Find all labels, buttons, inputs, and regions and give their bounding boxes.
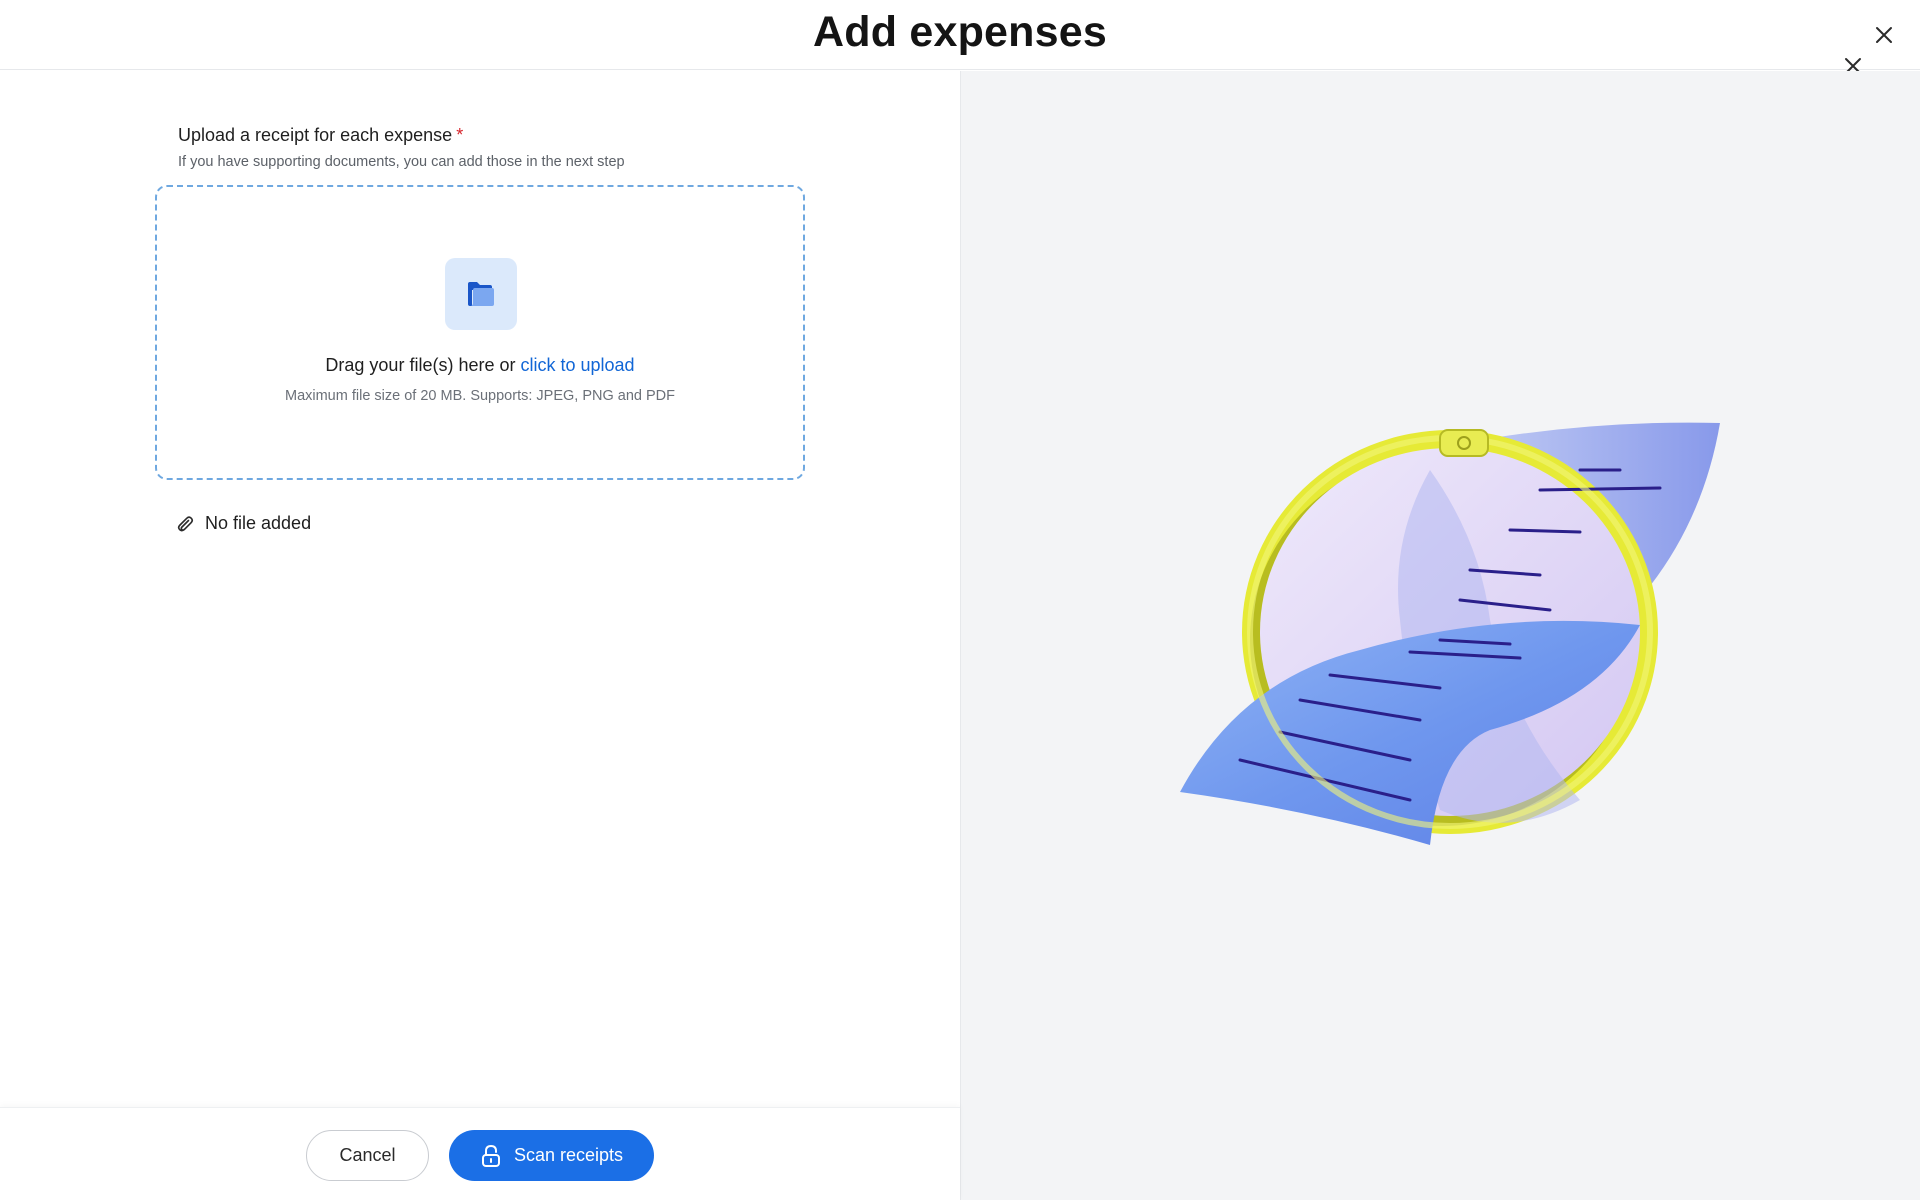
page-title: Add expenses: [813, 8, 1107, 56]
file-limits-text: Maximum file size of 20 MB. Supports: JP…: [284, 388, 676, 404]
receipt-scanner-illustration: [1180, 422, 1720, 845]
scan-receipts-label: Scan receipts: [513, 1145, 624, 1165]
file-status-text: No file added: [205, 513, 312, 533]
close-icon: [1876, 27, 1892, 43]
cancel-button[interactable]: Cancel: [306, 1130, 429, 1181]
required-marker: *: [456, 125, 464, 145]
dropzone-instructions: Drag your file(s) here or click to uploa…: [157, 355, 803, 376]
folder-icon-tile: [445, 258, 517, 330]
close-button[interactable]: [1868, 19, 1900, 51]
file-status: No file added: [175, 513, 311, 534]
upload-label-text: Upload a receipt for each expense: [178, 125, 453, 145]
paperclip-icon: [177, 515, 194, 531]
upload-hint: If you have supporting documents, you ca…: [178, 154, 625, 170]
click-to-upload-link[interactable]: click to upload: [521, 355, 635, 375]
lock-icon: [481, 1144, 500, 1167]
modal-footer: Cancel Scan receipts: [0, 1107, 960, 1200]
folder-icon: [468, 282, 494, 306]
upload-label: Upload a receipt for each expense *: [178, 125, 463, 146]
dropzone-text: Drag your file(s) here or: [325, 355, 516, 375]
modal-header: Add expenses: [0, 0, 1920, 70]
file-dropzone[interactable]: Drag your file(s) here or click to uploa…: [155, 185, 805, 480]
scan-receipts-button[interactable]: Scan receipts: [449, 1130, 654, 1181]
